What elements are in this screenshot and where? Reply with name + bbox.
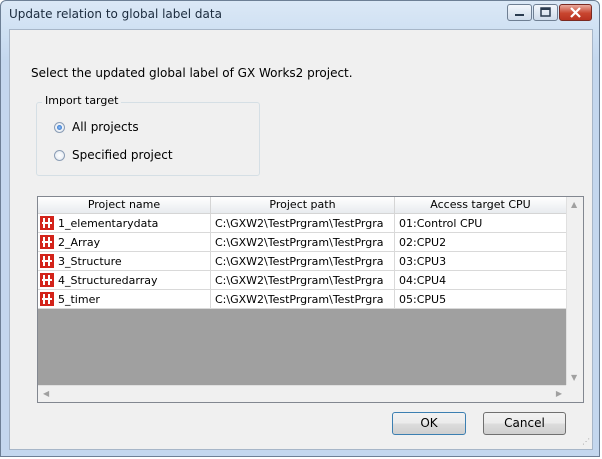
dialog-body: Select the updated global label of GX Wo… — [9, 29, 593, 450]
prompt-text: Select the updated global label of GX Wo… — [31, 66, 353, 80]
scroll-up-icon[interactable]: ▲ — [571, 200, 577, 209]
table-header: Project name Project path Access target … — [38, 197, 567, 214]
radio-unselected-indicator — [54, 149, 65, 161]
table-row[interactable]: 2_Array C:\GXW2\TestPrgram\TestPrgra 02:… — [38, 233, 567, 252]
window-title: Update relation to global label data — [9, 7, 222, 21]
scrollbar-corner — [566, 385, 583, 402]
minimize-button[interactable] — [507, 4, 532, 21]
table-row[interactable]: 5_timer C:\GXW2\TestPrgram\TestPrgra 05:… — [38, 290, 567, 309]
project-name-cell: 4_Structuredarray — [38, 271, 211, 290]
close-icon — [570, 7, 581, 18]
table-row[interactable]: 1_elementarydata C:\GXW2\TestPrgram\Test… — [38, 214, 567, 233]
scroll-left-icon[interactable]: ◀ — [43, 389, 49, 398]
access-cpu-cell: 02:CPU2 — [395, 233, 567, 252]
project-name-cell: 3_Structure — [38, 252, 211, 271]
import-target-legend: Import target — [42, 94, 122, 107]
table-row[interactable]: 3_Structure C:\GXW2\TestPrgram\TestPrgra… — [38, 252, 567, 271]
vertical-scrollbar[interactable]: ▲ ▼ — [566, 197, 583, 386]
project-icon — [40, 273, 54, 287]
minimize-icon — [515, 14, 524, 16]
project-name-cell: 5_timer — [38, 290, 211, 309]
project-name-cell: 2_Array — [38, 233, 211, 252]
project-icon — [40, 216, 54, 230]
project-name-text: 4_Structuredarray — [58, 274, 158, 287]
radio-all-projects[interactable]: All projects — [54, 120, 139, 134]
project-icon — [40, 254, 54, 268]
project-path-cell: C:\GXW2\TestPrgram\TestPrgra — [211, 271, 395, 290]
project-table[interactable]: Project name Project path Access target … — [37, 196, 584, 403]
scroll-down-icon[interactable]: ▼ — [571, 373, 577, 382]
scroll-right-icon[interactable]: ▶ — [556, 389, 562, 398]
project-icon — [40, 235, 54, 249]
title-bar[interactable]: Update relation to global label data — [1, 1, 599, 29]
project-path-cell: C:\GXW2\TestPrgram\TestPrgra — [211, 214, 395, 233]
project-name-text: 1_elementarydata — [58, 217, 159, 230]
project-name-text: 3_Structure — [58, 255, 122, 268]
cancel-button[interactable]: Cancel — [483, 412, 566, 435]
radio-selected-indicator — [54, 121, 65, 133]
table-row[interactable]: 4_Structuredarray C:\GXW2\TestPrgram\Tes… — [38, 271, 567, 290]
import-target-group — [36, 102, 260, 176]
access-cpu-cell: 01:Control CPU — [395, 214, 567, 233]
project-path-cell: C:\GXW2\TestPrgram\TestPrgra — [211, 290, 395, 309]
project-name-text: 5_timer — [58, 293, 100, 306]
horizontal-scrollbar[interactable]: ◀ ▶ — [38, 385, 567, 402]
project-name-text: 2_Array — [58, 236, 101, 249]
maximize-icon — [540, 7, 551, 17]
access-cpu-cell: 05:CPU5 — [395, 290, 567, 309]
project-path-cell: C:\GXW2\TestPrgram\TestPrgra — [211, 233, 395, 252]
close-button[interactable] — [559, 4, 592, 21]
column-header-project-name[interactable]: Project name — [38, 197, 211, 213]
project-icon — [40, 292, 54, 306]
column-header-project-path[interactable]: Project path — [211, 197, 395, 213]
radio-all-projects-label: All projects — [72, 120, 139, 134]
project-path-cell: C:\GXW2\TestPrgram\TestPrgra — [211, 252, 395, 271]
maximize-button[interactable] — [533, 4, 558, 21]
radio-specified-project[interactable]: Specified project — [54, 148, 173, 162]
access-cpu-cell: 04:CPU4 — [395, 271, 567, 290]
column-header-access-target-cpu[interactable]: Access target CPU — [395, 197, 567, 213]
radio-specified-project-label: Specified project — [72, 148, 173, 162]
resize-grip-icon[interactable]: ⋰ — [582, 437, 590, 446]
access-cpu-cell: 03:CPU3 — [395, 252, 567, 271]
project-name-cell: 1_elementarydata — [38, 214, 211, 233]
ok-button[interactable]: OK — [392, 412, 466, 435]
dialog-window: Update relation to global label data Sel… — [0, 0, 600, 457]
